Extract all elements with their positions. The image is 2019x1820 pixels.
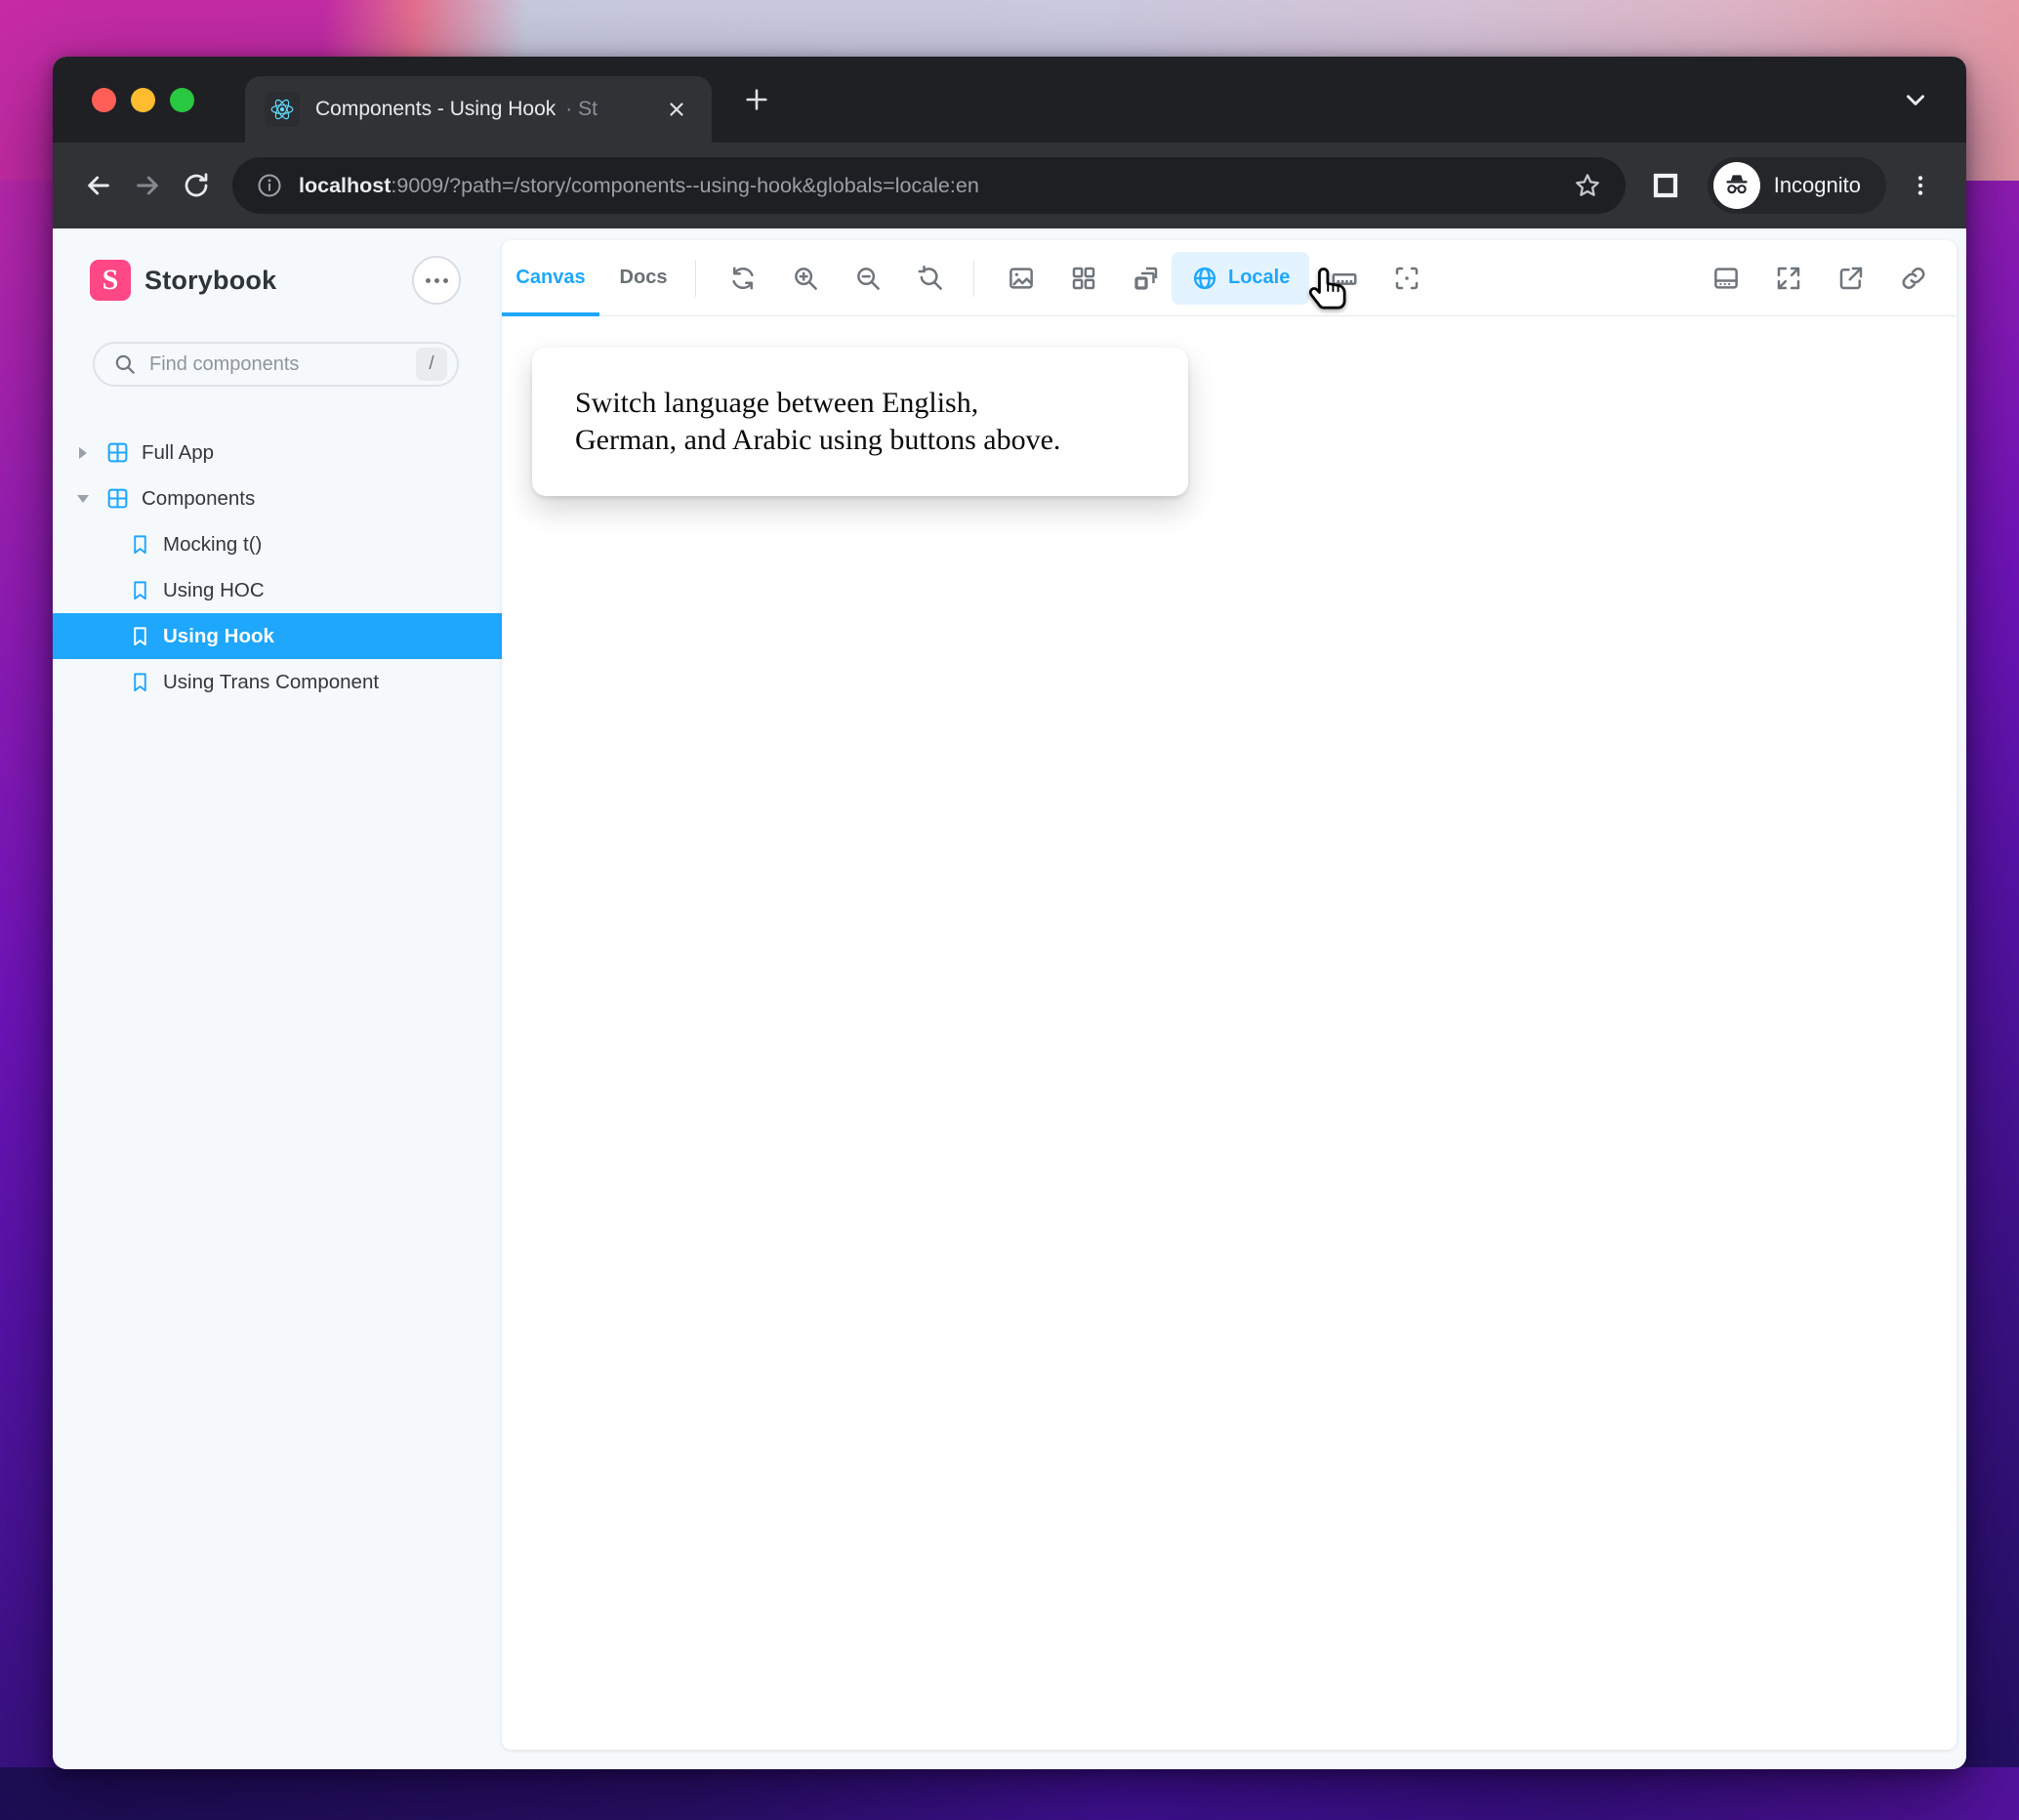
tab-docs[interactable]: Docs <box>599 240 687 315</box>
browser-tab-strip: Components - Using Hook · St <box>53 57 1966 143</box>
address-bar[interactable]: localhost:9009/?path=/story/components--… <box>232 157 1626 214</box>
sidebar-item-label: Using Trans Component <box>163 671 379 694</box>
toggle-addons-panel-button[interactable] <box>1707 259 1746 298</box>
search-shortcut-badge: / <box>416 348 447 381</box>
sidebar-item-using-hoc[interactable]: Using HOC <box>53 567 502 613</box>
component-icon <box>105 486 130 511</box>
fullscreen-button[interactable] <box>1769 259 1808 298</box>
close-window-button[interactable] <box>92 88 116 112</box>
canvas-toolbar: Canvas Docs <box>502 240 1957 316</box>
bookmark-star-icon[interactable] <box>1573 171 1602 200</box>
sidebar: S Storybook Find components / Full App <box>53 228 502 1769</box>
locale-button[interactable]: Locale <box>1172 252 1309 305</box>
reload-button[interactable] <box>172 161 221 210</box>
viewport-button[interactable] <box>1127 259 1166 298</box>
browser-tab[interactable]: Components - Using Hook · St <box>245 76 712 143</box>
story-message-line2: German, and Arabic using buttons above. <box>575 422 1145 459</box>
sidebar-item-components[interactable]: Components <box>53 476 502 521</box>
sidebar-item-label: Full App <box>142 441 214 465</box>
sidebar-item-using-trans-component[interactable]: Using Trans Component <box>53 659 502 705</box>
back-button[interactable] <box>74 161 123 210</box>
minimize-window-button[interactable] <box>131 88 155 112</box>
url-host: localhost <box>299 174 391 197</box>
open-canvas-new-tab-button[interactable] <box>1832 259 1871 298</box>
url-path: :9009/?path=/story/components--using-hoo… <box>391 174 978 197</box>
browser-nav-bar: localhost:9009/?path=/story/components--… <box>53 143 1966 228</box>
globe-icon <box>1191 265 1218 292</box>
side-panel-icon[interactable] <box>1641 161 1690 210</box>
site-info-icon[interactable] <box>256 172 283 199</box>
story-preview-canvas: Switch language between English, German,… <box>502 316 1957 1750</box>
sidebar-header: S Storybook <box>53 256 502 305</box>
story-message-card: Switch language between English, German,… <box>532 348 1188 496</box>
search-placeholder: Find components <box>149 353 404 376</box>
tab-title: Components - Using Hook <box>315 98 556 121</box>
sidebar-item-label: Mocking t() <box>163 533 262 557</box>
react-favicon-icon <box>265 92 300 127</box>
sidebar-item-mocking-t[interactable]: Mocking t() <box>53 521 502 567</box>
reset-zoom-button[interactable] <box>911 259 950 298</box>
storybook-brand-title: Storybook <box>144 266 276 296</box>
new-tab-button[interactable] <box>737 80 776 119</box>
incognito-label: Incognito <box>1774 173 1861 198</box>
search-input[interactable]: Find components / <box>93 342 459 387</box>
locale-label: Locale <box>1228 267 1290 289</box>
zoom-out-button[interactable] <box>848 259 887 298</box>
desktop-wallpaper-bottom <box>0 1767 2019 1820</box>
tab-canvas[interactable]: Canvas <box>502 240 599 315</box>
storybook-logo-icon: S <box>90 260 131 301</box>
canvas-card: Canvas Docs <box>502 240 1957 1750</box>
mouse-pointer-cursor <box>1304 262 1355 312</box>
bookmark-icon <box>129 671 151 693</box>
tab-search-chevron-icon[interactable] <box>1894 78 1937 121</box>
browser-window: Components - Using Hook · St localhost:9… <box>53 57 1966 1769</box>
traffic-lights <box>92 88 194 112</box>
incognito-icon <box>1713 162 1760 209</box>
outline-button[interactable] <box>1387 259 1426 298</box>
sidebar-item-label: Using Hook <box>163 625 274 648</box>
browser-menu-icon[interactable] <box>1896 161 1945 210</box>
story-message-line1: Switch language between English, <box>575 385 1145 422</box>
storybook-app: S Storybook Find components / Full App <box>53 228 1966 1769</box>
toolbar-separator <box>695 260 696 297</box>
main-area: Canvas Docs <box>502 228 1966 1769</box>
grid-toggle-button[interactable] <box>1064 259 1103 298</box>
tab-title-truncated: · St <box>565 98 597 121</box>
sidebar-menu-button[interactable] <box>412 256 461 305</box>
storybook-logo[interactable]: S Storybook <box>90 260 276 301</box>
sidebar-item-label: Using HOC <box>163 579 265 602</box>
copy-link-button[interactable] <box>1894 259 1933 298</box>
toolbar-separator <box>973 260 974 297</box>
forward-button[interactable] <box>123 161 172 210</box>
bookmark-icon <box>129 579 151 601</box>
component-icon <box>105 440 130 465</box>
search-icon <box>112 352 138 377</box>
sidebar-item-using-hook-selected[interactable]: Using Hook <box>53 613 502 659</box>
caret-right-icon[interactable] <box>72 442 94 464</box>
remount-story-button[interactable] <box>723 259 762 298</box>
sidebar-item-full-app[interactable]: Full App <box>53 430 502 476</box>
zoom-in-button[interactable] <box>786 259 825 298</box>
zoom-window-button[interactable] <box>170 88 194 112</box>
sidebar-item-label: Components <box>142 487 255 511</box>
change-background-button[interactable] <box>1002 259 1041 298</box>
incognito-badge: Incognito <box>1708 157 1886 214</box>
close-tab-icon[interactable] <box>661 94 692 125</box>
caret-down-icon[interactable] <box>72 488 94 510</box>
component-tree: Full App Components Mocking t() Using HO… <box>53 430 502 705</box>
bookmark-icon <box>129 625 151 647</box>
url-text: localhost:9009/?path=/story/components--… <box>299 174 979 198</box>
bookmark-icon <box>129 533 151 556</box>
